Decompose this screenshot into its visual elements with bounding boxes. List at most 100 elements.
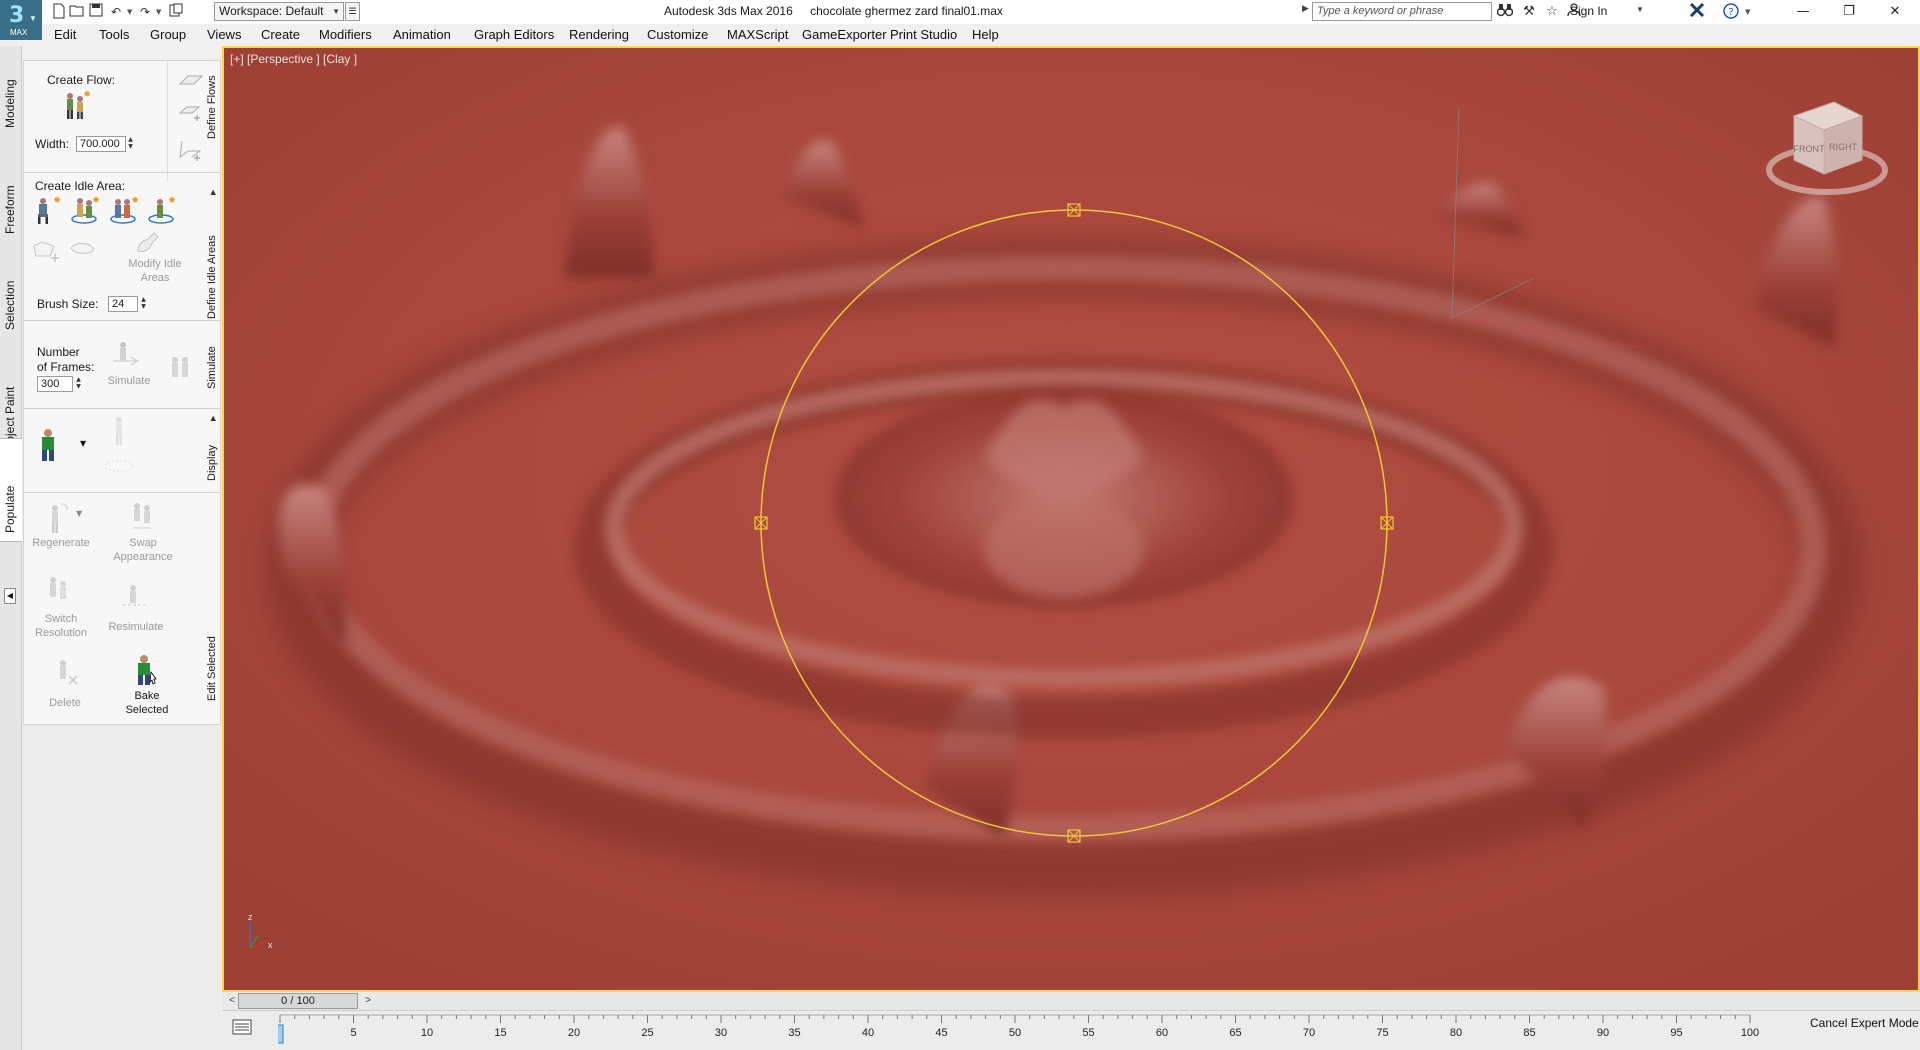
- svg-text:✸: ✸: [131, 196, 139, 206]
- ruler-tick-label: 55: [1082, 1027, 1094, 1039]
- tab-populate[interactable]: Populate: [0, 438, 22, 542]
- menu-customize[interactable]: Customize: [647, 27, 708, 42]
- binoculars-icon[interactable]: [1496, 3, 1514, 21]
- sign-in-button[interactable]: Sign In: [1570, 4, 1607, 18]
- brush-size-field[interactable]: 24: [108, 296, 138, 312]
- exchange-icon[interactable]: [1688, 2, 1706, 21]
- simulate-group-label: Simulate: [205, 345, 221, 405]
- open-mini-curve-editor-icon[interactable]: [232, 1019, 252, 1035]
- undo-icon[interactable]: ↶: [107, 3, 125, 21]
- width-spinner[interactable]: ▲ ▼: [126, 136, 135, 152]
- viewcube-front-label: FRONT: [1794, 144, 1825, 154]
- project-folder-icon[interactable]: [167, 3, 185, 21]
- menu-help[interactable]: Help: [972, 27, 999, 42]
- define-flows-group: Create Flow: ✸ Width: 700.000 ▲ ▼: [24, 61, 222, 173]
- panel-empty-area: [23, 725, 221, 1050]
- help-dropdown-icon[interactable]: ▼: [1745, 4, 1750, 20]
- menu-tools[interactable]: Tools: [99, 27, 129, 42]
- modify-idle-areas-icon: [134, 231, 162, 255]
- menu-create[interactable]: Create: [261, 27, 300, 42]
- menu-graph-editors[interactable]: Graph Editors: [474, 27, 554, 42]
- workspace-menu-button[interactable]: ☰: [345, 2, 360, 21]
- brush-size-label: Brush Size:: [37, 297, 99, 311]
- redo-icon[interactable]: ↷: [136, 3, 154, 21]
- ruler-tick-label: 15: [494, 1027, 506, 1039]
- time-slider-thumb[interactable]: 0 / 100: [238, 993, 358, 1009]
- cancel-expert-mode-button[interactable]: Cancel Expert Mode: [1810, 1016, 1919, 1030]
- menu-rendering[interactable]: Rendering: [569, 27, 629, 42]
- swap-appearance-icon: [126, 499, 158, 533]
- menu-print-studio[interactable]: Print Studio: [890, 27, 957, 42]
- redo-dropdown-icon[interactable]: ▼: [156, 4, 161, 20]
- character-dropdown-icon[interactable]: ▼: [80, 439, 86, 448]
- expand-arrow-icon[interactable]: ▶: [209, 416, 217, 421]
- restore-button[interactable]: ❐: [1826, 0, 1872, 24]
- idle-area-paint-icon[interactable]: ✸: [145, 195, 179, 225]
- bake-selected-icon[interactable]: [132, 653, 160, 687]
- search-expand-icon[interactable]: ▶: [1302, 4, 1309, 14]
- display-label: Display: [206, 444, 218, 481]
- undo-dropdown-icon[interactable]: ▼: [127, 4, 132, 20]
- window-title: Autodesk 3ds Max 2016 chocolate ghermez …: [664, 4, 1017, 18]
- menu-views[interactable]: Views: [207, 27, 241, 42]
- chevron-down-icon[interactable]: ▼: [1636, 5, 1644, 14]
- open-file-icon[interactable]: [68, 3, 86, 21]
- bake-selected-label-line1[interactable]: Bake: [120, 690, 174, 702]
- idle-area-circle-icon[interactable]: ✸: [30, 195, 64, 225]
- resimulate-icon: [118, 581, 152, 613]
- create-flow-icon[interactable]: ✸: [60, 89, 92, 121]
- viewport-scene: FRONT RIGHT z x: [224, 48, 1918, 990]
- next-frame-button[interactable]: >: [362, 993, 374, 1009]
- tools-icon[interactable]: ⚒: [1520, 3, 1538, 21]
- menu-group[interactable]: Group: [150, 27, 186, 42]
- number-of-frames-field[interactable]: 300: [37, 376, 73, 392]
- timeline-ruler[interactable]: 0510152025303540455055606570758085909510…: [278, 1011, 1778, 1050]
- workspace-dropdown[interactable]: Workspace: Default ▼: [214, 2, 344, 21]
- menu-maxscript[interactable]: MAXScript: [727, 27, 788, 42]
- app-logo-label: MAX: [10, 28, 28, 37]
- menu-modifiers[interactable]: Modifiers: [319, 27, 372, 42]
- switch-resolution-icon: [42, 573, 72, 609]
- time-slider[interactable]: < 0 / 100 >: [222, 992, 1920, 1010]
- idle-area-freeform-icon[interactable]: ✸: [68, 195, 102, 225]
- star-icon[interactable]: ☆: [1543, 3, 1561, 21]
- new-file-icon[interactable]: [50, 3, 68, 21]
- bake-selected-label-line2[interactable]: Selected: [120, 704, 174, 716]
- add-idle-shape-icon: [30, 237, 64, 267]
- number-of-frames-spinner[interactable]: ▲ ▼: [74, 376, 83, 392]
- application-menu-button[interactable]: 3 MAX ▼: [0, 0, 42, 40]
- minimize-button[interactable]: —: [1780, 0, 1826, 24]
- ruler-tick-label: 45: [935, 1027, 947, 1039]
- viewport-label[interactable]: [+] [Perspective ] [Clay ]: [230, 52, 357, 66]
- help-icon[interactable]: ?: [1722, 3, 1740, 21]
- save-icon[interactable]: [87, 3, 105, 21]
- tab-freeform[interactable]: Freeform: [0, 150, 22, 240]
- title-bar: 3 MAX ▼ ↶ ▼ ↷ ▼ Workspace: Default ▼ ☰ A…: [0, 0, 1920, 40]
- menu-animation[interactable]: Animation: [393, 27, 451, 42]
- simulate-button: Simulate: [107, 375, 151, 387]
- simulate-icon: [108, 339, 144, 369]
- modify-idle-areas-label: Modify Idle Areas: [128, 258, 182, 284]
- collapse-ribbon-button[interactable]: ◀: [4, 588, 16, 604]
- perspective-viewport[interactable]: FRONT RIGHT z x [+] [Perspective ] [Clay…: [222, 46, 1920, 992]
- idle-area-rectangle-icon[interactable]: ✸: [107, 195, 141, 225]
- brush-size-spinner[interactable]: ▲ ▼: [139, 296, 148, 312]
- tab-object-paint[interactable]: Object Paint: [0, 340, 22, 454]
- display-group: ▼: [24, 409, 222, 493]
- remove-idle-shape-icon: [66, 237, 100, 267]
- current-frame-marker[interactable]: [278, 1024, 284, 1044]
- expand-arrow-icon[interactable]: ▶: [209, 190, 217, 195]
- add-flow-segment-icon: [178, 137, 204, 165]
- previous-frame-button[interactable]: <: [226, 993, 238, 1009]
- menu-edit[interactable]: Edit: [54, 27, 76, 42]
- character-appearance-icon[interactable]: [36, 427, 60, 463]
- track-bar[interactable]: 0510152025303540455055606570758085909510…: [222, 1010, 1920, 1050]
- tab-selection[interactable]: Selection: [0, 244, 22, 334]
- ruler-tick-label: 85: [1523, 1027, 1535, 1039]
- tab-modeling[interactable]: Modeling: [0, 56, 22, 136]
- close-button[interactable]: ✕: [1872, 0, 1918, 24]
- width-field[interactable]: 700.000: [76, 136, 126, 152]
- search-input[interactable]: Type a keyword or phrase: [1312, 2, 1492, 21]
- swap-appearance-label-line1: Swap: [129, 537, 157, 549]
- menu-gameexporter[interactable]: GameExporter: [802, 27, 887, 42]
